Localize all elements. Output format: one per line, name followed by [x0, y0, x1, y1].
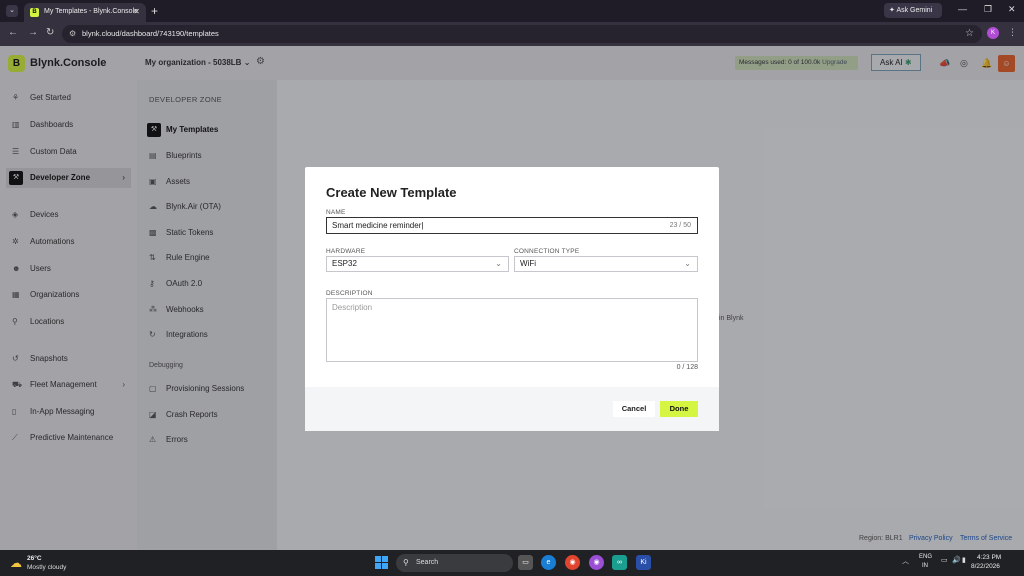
connection-type-value: WiFi: [520, 259, 536, 268]
description-placeholder: Description: [332, 303, 373, 312]
language-code[interactable]: ENG: [919, 554, 932, 560]
url-text: blynk.cloud/dashboard/743190/templates: [82, 29, 219, 38]
language-region[interactable]: IN: [922, 563, 928, 569]
browser-tabbar: ⌄ B My Templates - Blynk.Console ✕ + ✦ A…: [0, 0, 1024, 22]
taskbar-search[interactable]: ⚲ Search: [396, 554, 513, 572]
hardware-select[interactable]: ESP32 ⌄: [326, 256, 509, 272]
new-tab-button[interactable]: +: [151, 4, 158, 18]
close-window-icon[interactable]: ✕: [1008, 4, 1016, 15]
ask-gemini-button[interactable]: ✦ Ask Gemini: [884, 3, 942, 18]
tab-title: My Templates - Blynk.Console: [44, 8, 139, 15]
back-icon[interactable]: ←: [8, 27, 18, 38]
profile-avatar[interactable]: K: [987, 27, 999, 39]
ask-gemini-label: Ask Gemini: [896, 7, 933, 14]
chrome-icon[interactable]: ◉: [565, 555, 580, 570]
hardware-label: HARDWARE: [326, 248, 366, 255]
kicad-icon[interactable]: Ki: [636, 555, 651, 570]
display-icon[interactable]: ▭: [941, 556, 948, 564]
tray-chevron-icon[interactable]: ︿: [902, 556, 909, 566]
template-name-input[interactable]: Smart medicine reminder| 23 / 50: [326, 217, 698, 234]
dialog-title: Create New Template: [326, 185, 457, 200]
address-bar[interactable]: ⚙ blynk.cloud/dashboard/743190/templates…: [62, 25, 982, 43]
volume-icon[interactable]: 🔊: [952, 556, 961, 564]
temperature: 26°C: [27, 555, 42, 562]
blynk-favicon-icon: B: [30, 8, 39, 17]
windows-start-icon[interactable]: [375, 556, 388, 569]
connection-type-select[interactable]: WiFi ⌄: [514, 256, 698, 272]
description-textarea[interactable]: Description: [326, 298, 698, 362]
name-char-counter: 23 / 50: [669, 222, 691, 229]
browser-tab[interactable]: B My Templates - Blynk.Console ✕: [24, 3, 146, 22]
site-info-icon[interactable]: ⚙: [69, 25, 76, 43]
name-label: NAME: [326, 209, 346, 216]
forward-icon[interactable]: →: [28, 27, 38, 38]
description-char-counter: 0 / 128: [676, 364, 698, 371]
battery-icon[interactable]: ▮: [962, 556, 966, 564]
cancel-button[interactable]: Cancel: [613, 401, 655, 417]
browser-menu-icon[interactable]: ⋮: [1008, 27, 1017, 38]
taskbar-search-label: Search: [416, 559, 439, 566]
close-tab-icon[interactable]: ✕: [133, 7, 140, 16]
dialog-footer: Cancel Done: [305, 387, 719, 431]
hardware-value: ESP32: [332, 259, 357, 268]
template-name-value: Smart medicine reminder: [332, 221, 422, 230]
windows-taskbar: ☁ 26°C Mostly cloudy ⚲ Search ▭ e ◉ ◉ ∞ K…: [0, 550, 1024, 576]
weather-condition: Mostly cloudy: [27, 564, 67, 571]
create-template-dialog: Create New Template NAME Smart medicine …: [305, 167, 719, 431]
arduino-icon[interactable]: ∞: [612, 555, 627, 570]
browser-toolbar: ← → ↻ ⚙ blynk.cloud/dashboard/743190/tem…: [0, 22, 1024, 46]
clock-time[interactable]: 4:23 PM: [977, 554, 1001, 561]
clock-date[interactable]: 8/22/2026: [971, 563, 1000, 570]
search-icon: ⚲: [403, 558, 409, 567]
description-label: DESCRIPTION: [326, 290, 373, 297]
minimize-icon[interactable]: —: [958, 4, 967, 14]
tab-search-icon[interactable]: ⌄: [6, 5, 18, 17]
file-explorer-icon[interactable]: ▭: [518, 555, 533, 570]
weather-icon[interactable]: ☁: [10, 556, 22, 570]
connection-type-label: CONNECTION TYPE: [514, 248, 580, 255]
bookmark-star-icon[interactable]: ☆: [965, 25, 974, 43]
chevron-down-icon: ⌄: [495, 259, 502, 268]
chrome-profile-icon[interactable]: ◉: [589, 555, 604, 570]
done-button[interactable]: Done: [660, 401, 698, 417]
edge-icon[interactable]: e: [541, 555, 556, 570]
chevron-down-icon: ⌄: [684, 259, 691, 268]
reload-icon[interactable]: ↻: [46, 27, 54, 38]
restore-icon[interactable]: ❐: [984, 4, 992, 15]
